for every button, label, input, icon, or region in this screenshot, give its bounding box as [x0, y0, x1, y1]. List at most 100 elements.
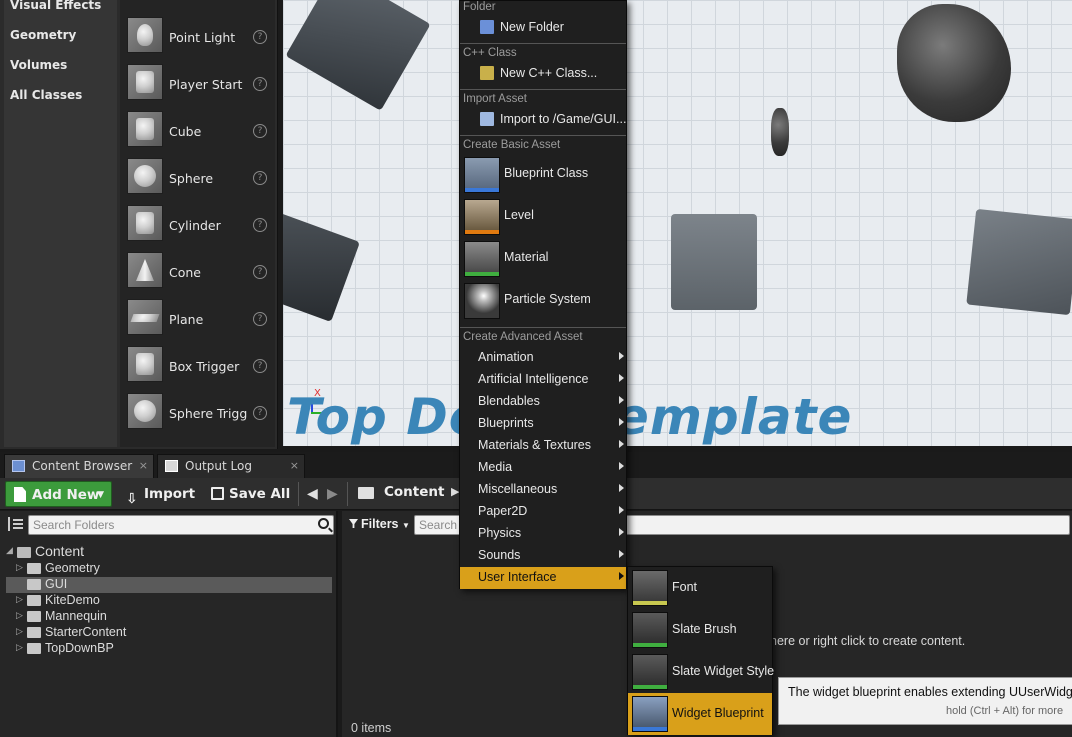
save-icon — [211, 487, 224, 500]
help-icon[interactable]: ? — [253, 124, 267, 138]
submenu-paper2d[interactable]: Paper2D — [460, 501, 626, 523]
filters-button[interactable]: Filters ▼ — [349, 517, 410, 531]
menu-item-blueprint-class[interactable]: Blueprint Class — [460, 155, 626, 195]
menu-item-import[interactable]: Import to /Game/GUI... — [460, 109, 626, 131]
help-icon[interactable]: ? — [253, 359, 267, 373]
menu-item-level[interactable]: Level — [460, 197, 626, 237]
sources-toggle-icon[interactable] — [8, 517, 24, 531]
add-new-menu: Folder New Folder C++ Class New C++ Clas… — [459, 0, 627, 589]
menu-item-label: Media — [478, 460, 513, 474]
category-all-classes[interactable]: All Classes — [10, 88, 82, 102]
actor-item-sphere-trigger[interactable]: Sphere Trigger ? — [120, 376, 275, 429]
submenu-physics[interactable]: Physics — [460, 523, 626, 545]
folder-icon — [27, 627, 41, 638]
tree-item-startercontent[interactable]: ▷ StarterContent — [0, 625, 336, 641]
slate-widget-style-icon — [632, 654, 668, 690]
import-button[interactable]: ⇩ Import — [124, 481, 195, 507]
submenu-user-interface[interactable]: User Interface — [460, 567, 626, 589]
actor-label: Cone — [169, 265, 201, 280]
category-volumes[interactable]: Volumes — [10, 58, 67, 72]
actor-item-cone[interactable]: Cone ? — [120, 235, 275, 288]
level-viewport[interactable]: X Top Down Template — [283, 0, 1072, 446]
breadcrumb-content[interactable]: Content — [384, 484, 444, 500]
tree-label: StarterContent — [45, 625, 127, 639]
sphere-trigger-icon — [127, 393, 163, 429]
actor-item-point-light[interactable]: Point Light ? — [120, 0, 275, 53]
folder-icon — [27, 611, 41, 622]
menu-item-material[interactable]: Material — [460, 239, 626, 279]
menu-item-particle-system[interactable]: Particle System — [460, 281, 626, 321]
actor-item-player-start[interactable]: Player Start ? — [120, 47, 275, 100]
menu-item-new-folder[interactable]: New Folder — [460, 17, 626, 39]
chevron-right-icon — [619, 440, 624, 448]
actor-item-box-trigger[interactable]: Box Trigger ? — [120, 329, 275, 382]
submenu-blendables[interactable]: Blendables — [460, 391, 626, 413]
toolbar-divider — [347, 482, 348, 506]
menu-item-label: Slate Widget Style — [672, 664, 775, 678]
category-visual-effects[interactable]: Visual Effects — [10, 0, 101, 12]
search-folders-input[interactable]: Search Folders — [28, 515, 334, 535]
search-folders-placeholder: Search Folders — [33, 518, 115, 532]
tree-item-topdownbp[interactable]: ▷ TopDownBP — [0, 641, 336, 657]
menu-item-label: Animation — [478, 350, 534, 364]
rock-mesh — [897, 4, 1011, 122]
actor-item-cylinder[interactable]: Cylinder ? — [120, 188, 275, 241]
menu-item-slate-brush[interactable]: Slate Brush — [628, 609, 772, 651]
forward-arrow-icon[interactable]: ▶ — [327, 486, 338, 502]
tree-label: Content — [35, 543, 85, 559]
tab-output-log[interactable]: Output Log × — [157, 454, 305, 478]
chevron-right-icon — [619, 550, 624, 558]
submenu-artificial-intelligence[interactable]: Artificial Intelligence — [460, 369, 626, 391]
close-icon[interactable]: × — [139, 459, 148, 472]
menu-section-folder: Folder — [463, 1, 496, 13]
tree-item-geometry[interactable]: ▷ Geometry — [0, 561, 336, 577]
submenu-materials-textures[interactable]: Materials & Textures — [460, 435, 626, 457]
tree-item-content[interactable]: ◢ Content — [0, 543, 336, 561]
actor-item-plane[interactable]: Plane ? — [120, 282, 275, 335]
tree-item-kitedemo[interactable]: ▷ KiteDemo — [0, 593, 336, 609]
menu-item-new-cpp-class[interactable]: New C++ Class... — [460, 63, 626, 85]
menu-item-label: Artificial Intelligence — [478, 372, 589, 386]
menu-item-font[interactable]: Font — [628, 567, 772, 609]
actor-item-sphere[interactable]: Sphere ? — [120, 141, 275, 194]
help-icon[interactable]: ? — [253, 171, 267, 185]
menu-item-slate-widget-style[interactable]: Slate Widget Style — [628, 651, 775, 693]
tree-label: Geometry — [45, 561, 100, 575]
cube-mesh — [966, 208, 1072, 316]
chevron-right-icon — [619, 484, 624, 492]
help-icon[interactable]: ? — [253, 30, 267, 44]
tree-item-mannequin[interactable]: ▷ Mannequin — [0, 609, 336, 625]
submenu-sounds[interactable]: Sounds — [460, 545, 626, 567]
submenu-blueprints[interactable]: Blueprints — [460, 413, 626, 435]
cube-mesh — [671, 214, 757, 310]
tab-content-browser[interactable]: Content Browser × — [4, 454, 154, 478]
actor-item-cube[interactable]: Cube ? — [120, 94, 275, 147]
tree-label: TopDownBP — [45, 641, 114, 655]
help-icon[interactable]: ? — [253, 218, 267, 232]
category-geometry[interactable]: Geometry — [10, 28, 76, 42]
chevron-right-icon — [619, 462, 624, 470]
folder-icon — [27, 595, 41, 606]
search-icon — [318, 518, 329, 529]
output-log-icon — [165, 460, 178, 472]
save-all-button[interactable]: Save All — [210, 481, 290, 507]
close-icon[interactable]: × — [290, 459, 299, 472]
back-arrow-icon[interactable]: ◀ — [307, 486, 318, 502]
actor-label: Player Start — [169, 77, 243, 92]
help-icon[interactable]: ? — [253, 265, 267, 279]
submenu-media[interactable]: Media — [460, 457, 626, 479]
actor-label: Cylinder — [169, 218, 221, 233]
add-new-button[interactable]: Add New ▼ — [5, 481, 112, 507]
tree-item-gui[interactable]: GUI — [6, 577, 332, 593]
help-icon[interactable]: ? — [253, 406, 267, 420]
folder-icon — [27, 643, 41, 654]
submenu-miscellaneous[interactable]: Miscellaneous — [460, 479, 626, 501]
menu-item-widget-blueprint[interactable]: Widget Blueprint — [628, 693, 772, 735]
help-icon[interactable]: ? — [253, 77, 267, 91]
tree-label: KiteDemo — [45, 593, 100, 607]
chevron-right-icon — [619, 418, 624, 426]
tooltip-text: The widget blueprint enables extending U… — [788, 685, 1072, 699]
help-icon[interactable]: ? — [253, 312, 267, 326]
submenu-animation[interactable]: Animation — [460, 347, 626, 369]
menu-divider — [460, 327, 626, 328]
